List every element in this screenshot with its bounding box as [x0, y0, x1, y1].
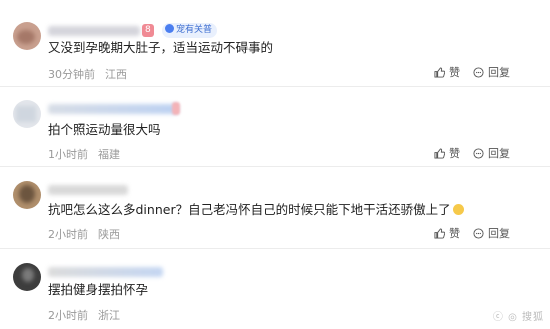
- username-blurred[interactable]: [48, 267, 163, 277]
- reply-button[interactable]: 回复: [473, 145, 510, 161]
- comment-location: 江西: [105, 68, 127, 81]
- comment-text: 抗吧怎么这么多dinner？自己老冯怀自己的时候只能下地干活还骄傲上了: [48, 202, 464, 218]
- divider: [0, 86, 550, 87]
- level-badge-blurred: [172, 102, 180, 115]
- comment-meta: 1小时前 福建: [48, 146, 130, 162]
- comment-time: 30分钟前: [48, 68, 95, 81]
- reply-icon: [473, 227, 484, 239]
- comment-time: 1小时前: [48, 148, 88, 161]
- comment-location: 陕西: [98, 228, 120, 241]
- watermark: ⓒ ◎ 搜狐: [492, 312, 544, 323]
- reply-label: 回复: [488, 147, 510, 160]
- like-button[interactable]: 赞: [434, 225, 460, 241]
- username-blurred[interactable]: [48, 26, 140, 36]
- like-button[interactable]: 赞: [434, 64, 460, 80]
- like-label: 赞: [449, 147, 460, 160]
- like-label: 赞: [449, 66, 460, 79]
- divider: [0, 166, 550, 167]
- fan-badge[interactable]: 宠有关普: [162, 23, 218, 38]
- reply-label: 回复: [488, 66, 510, 79]
- avatar[interactable]: [13, 22, 41, 50]
- reply-icon: [473, 66, 484, 78]
- username-blurred[interactable]: [48, 185, 128, 195]
- comment-meta: 2小时前 陕西: [48, 226, 130, 242]
- like-label: 赞: [449, 227, 460, 240]
- avatar[interactable]: [13, 100, 41, 128]
- comment-text: 又没到孕晚期大肚子，适当运动不碍事的: [48, 40, 274, 55]
- level-badge: 8: [142, 24, 154, 37]
- comment-text: 摆拍健身摆拍怀孕: [48, 282, 149, 297]
- thumbs-up-icon: [434, 227, 445, 239]
- comment-meta: 2小时前 浙江: [48, 307, 130, 323]
- reply-button[interactable]: 回复: [473, 64, 510, 80]
- comment-location: 浙江: [98, 309, 120, 322]
- avatar[interactable]: [13, 263, 41, 291]
- reply-button[interactable]: 回复: [473, 225, 510, 241]
- like-button[interactable]: 赞: [434, 145, 460, 161]
- comment-text: 拍个照运动量很大吗: [48, 122, 161, 137]
- avatar[interactable]: [13, 181, 41, 209]
- comment-location: 福建: [98, 148, 120, 161]
- emoji-icon: [452, 204, 464, 215]
- username-blurred[interactable]: [48, 104, 178, 114]
- badge-icon: [165, 24, 174, 33]
- comment-time: 2小时前: [48, 228, 88, 241]
- comment-meta: 30分钟前 江西: [48, 66, 137, 82]
- comment-time: 2小时前: [48, 309, 88, 322]
- reply-label: 回复: [488, 227, 510, 240]
- reply-icon: [473, 147, 484, 159]
- divider: [0, 248, 550, 249]
- thumbs-up-icon: [434, 147, 445, 159]
- thumbs-up-icon: [434, 66, 445, 78]
